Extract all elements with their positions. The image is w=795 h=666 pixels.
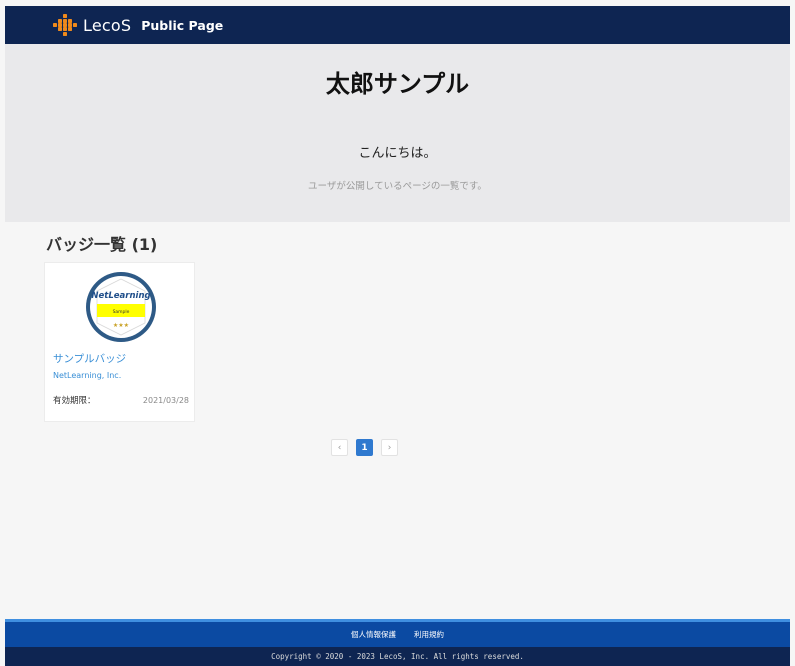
footer-links: 個人情報保護 利用規約 xyxy=(5,622,790,647)
lecos-logo-icon xyxy=(53,14,77,36)
user-name-title: 太郎サンプル xyxy=(325,70,470,98)
greeting-text: こんにちは。 xyxy=(358,146,437,161)
page-description: ユーザが公開しているページの一覧です。 xyxy=(308,181,487,192)
logo[interactable]: LecoS xyxy=(53,6,131,44)
pagination-next-button[interactable]: › xyxy=(381,439,398,456)
badge-stars: ★★★ xyxy=(113,322,129,329)
profile-hero: 太郎サンプル こんにちは。 ユーザが公開しているページの一覧です。 xyxy=(5,44,790,222)
badge-brand-text: NetLearning xyxy=(91,291,150,301)
page: LecoS Public Page 太郎サンプル こんにちは。 ユーザが公開して… xyxy=(0,0,795,666)
badge-card[interactable]: NetLearning Sample ★★★ サンプルバッジ NetLearni… xyxy=(44,262,195,422)
footer-link-terms[interactable]: 利用規約 xyxy=(414,629,444,640)
badge-ribbon-text: Sample xyxy=(113,309,130,315)
pagination-page-1[interactable]: 1 xyxy=(356,439,373,456)
badge-name-link[interactable]: サンプルバッジ xyxy=(53,351,126,366)
pagination-prev-button[interactable]: ‹ xyxy=(331,439,348,456)
badge-expiry-label: 有効期限： xyxy=(53,396,96,406)
top-navbar: LecoS Public Page xyxy=(5,6,790,44)
badge-issuer-link[interactable]: NetLearning, Inc. xyxy=(53,371,121,380)
pagination: ‹ 1 › xyxy=(331,439,398,456)
footer-copyright: Copyright © 2020 - 2023 LecoS, Inc. All … xyxy=(5,647,790,666)
badge-image: NetLearning Sample ★★★ xyxy=(86,272,156,342)
badge-list-heading: バッジ一覧 (1) xyxy=(46,235,158,254)
logo-text: LecoS xyxy=(83,15,132,35)
page-label: Public Page xyxy=(141,17,224,33)
badge-expiry-date: 2021/03/28 xyxy=(142,396,189,405)
footer-link-privacy[interactable]: 個人情報保護 xyxy=(351,629,396,640)
